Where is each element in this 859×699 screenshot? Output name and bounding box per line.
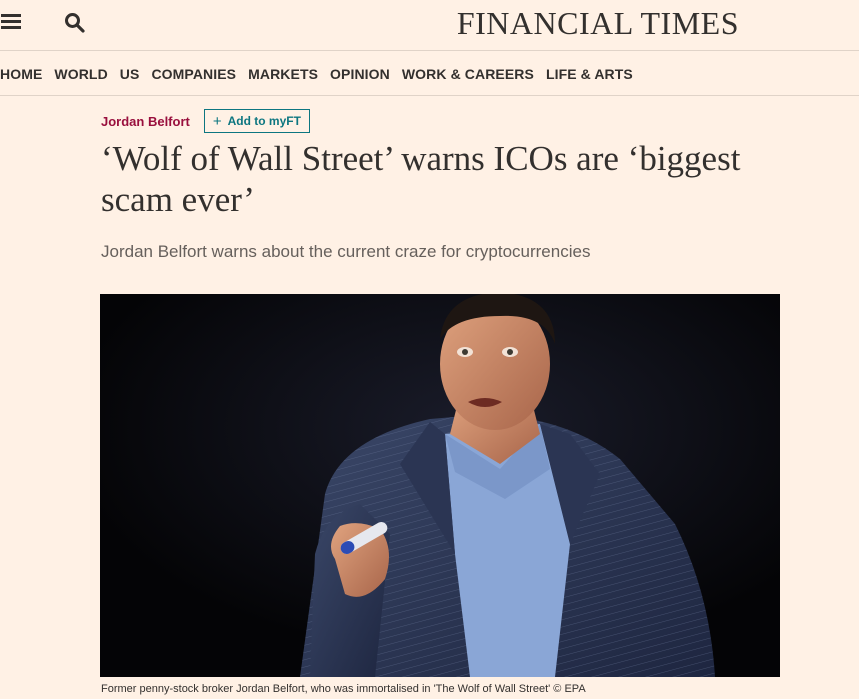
nav-item-us[interactable]: US — [120, 66, 140, 84]
nav-item-markets[interactable]: MARKETS — [248, 66, 318, 84]
add-to-myft-button[interactable]: + Add to myFT — [203, 109, 310, 133]
article-standfirst: Jordan Belfort warns about the current c… — [101, 242, 591, 261]
nav-item-life-arts[interactable]: LIFE & ARTS — [546, 66, 633, 84]
nav-item-opinion[interactable]: OPINION — [330, 66, 390, 84]
image-caption: Former penny-stock broker Jordan Belfort… — [101, 683, 586, 695]
nav-item-home[interactable]: HOME — [0, 66, 42, 84]
top-bar: FINANCIAL TIMES — [0, 0, 859, 50]
main-nav: HOME WORLD US COMPANIES MARKETS OPINION … — [0, 66, 645, 84]
topic-link[interactable]: Jordan Belfort — [101, 114, 190, 129]
header-divider — [0, 50, 859, 51]
plus-icon: + — [212, 112, 222, 130]
nav-divider — [0, 95, 859, 96]
site-logo[interactable]: FINANCIAL TIMES — [457, 5, 739, 42]
search-icon[interactable] — [64, 12, 86, 34]
nav-item-world[interactable]: WORLD — [54, 66, 107, 84]
article-topic-row: Jordan Belfort + Add to myFT — [101, 108, 310, 134]
nav-item-companies[interactable]: COMPANIES — [151, 66, 236, 84]
article-main-image — [100, 294, 780, 677]
article-headline: ‘Wolf of Wall Street’ warns ICOs are ‘bi… — [101, 139, 741, 219]
add-to-myft-label: Add to myFT — [227, 114, 301, 128]
hamburger-icon[interactable] — [1, 14, 21, 30]
nav-item-work-careers[interactable]: WORK & CAREERS — [402, 66, 534, 84]
